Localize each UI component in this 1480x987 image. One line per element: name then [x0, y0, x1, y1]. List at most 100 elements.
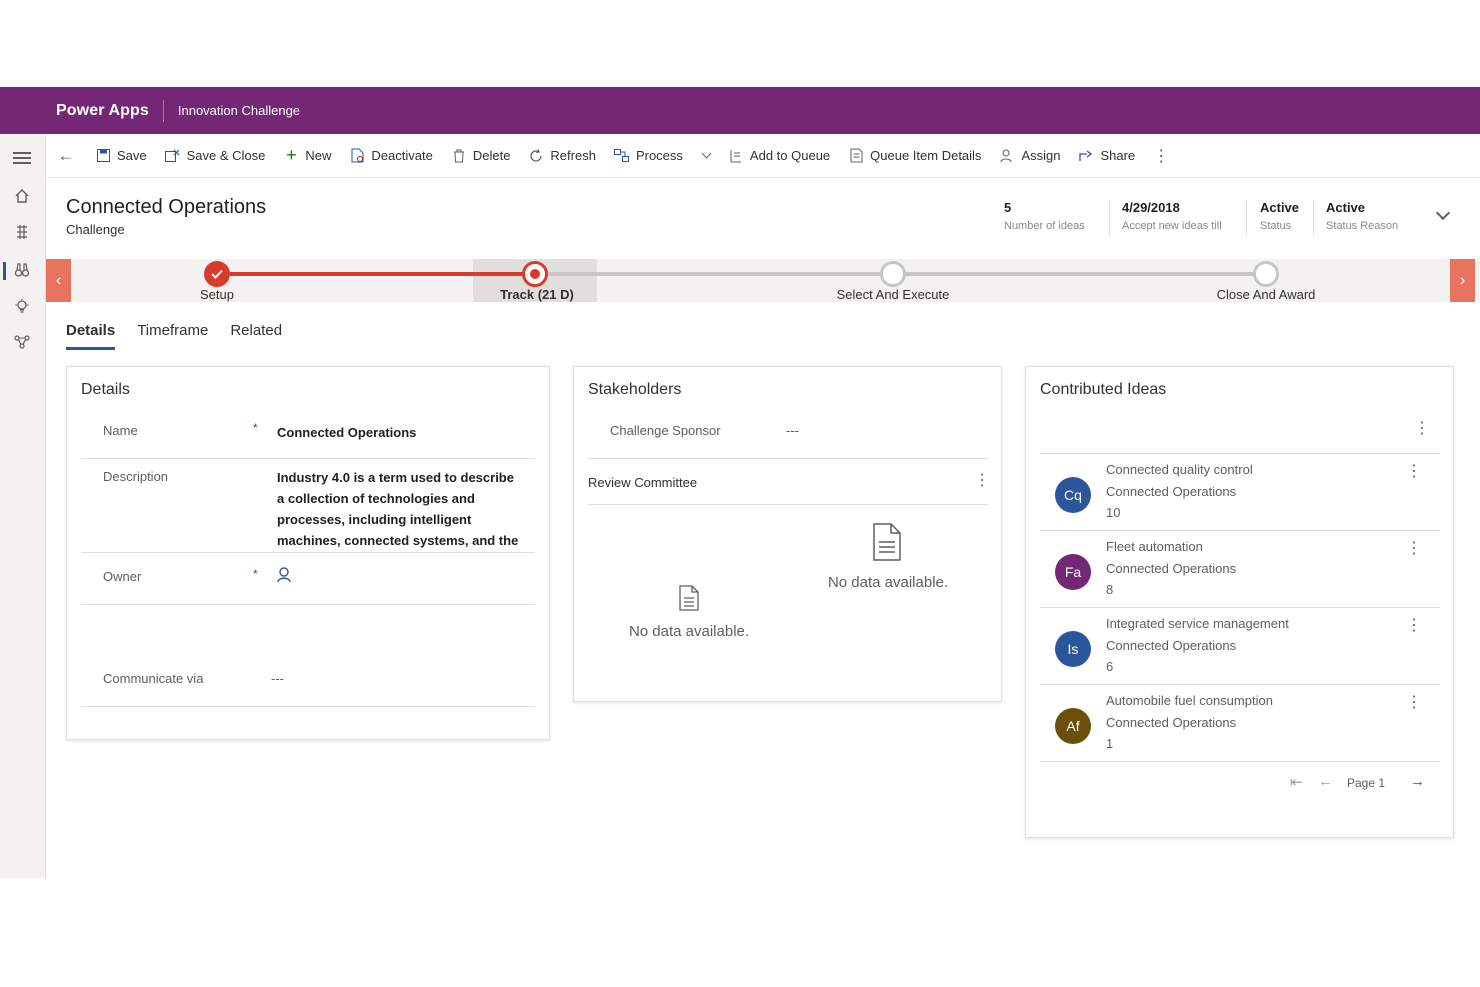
- page-indicator: Page 1: [1347, 776, 1386, 790]
- save-close-button[interactable]: Save & Close: [156, 134, 275, 177]
- field-label: Communicate via: [103, 671, 204, 686]
- next-page-icon[interactable]: →: [1410, 773, 1425, 790]
- description-line: Industry 4.0 is a term used to describe: [277, 470, 514, 485]
- save-label: Save: [117, 148, 147, 163]
- deactivate-label: Deactivate: [371, 148, 433, 163]
- save-button[interactable]: Save: [86, 134, 156, 177]
- queue-item-details-label: Queue Item Details: [870, 148, 982, 163]
- contributed-ideas-card: Contributed Ideas ⋮ Cq Connected quality…: [1025, 366, 1454, 838]
- stage-track-dot[interactable]: [522, 261, 548, 287]
- more-options-icon[interactable]: ⋮: [974, 473, 990, 489]
- field-description-row: Description Industry 4.0 is a term used …: [81, 459, 535, 553]
- queue-item-details-button[interactable]: Queue Item Details: [839, 134, 990, 177]
- bpf-next-icon[interactable]: ›: [1450, 259, 1475, 302]
- first-page-icon[interactable]: ⇤: [1290, 773, 1303, 791]
- share-icon: [1078, 148, 1094, 164]
- process-label: Process: [635, 148, 683, 163]
- list-item[interactable]: Fa Fleet automation Connected Operations…: [1040, 531, 1440, 608]
- header-field-ideas: 5 Number of ideas: [1004, 200, 1085, 232]
- description-textarea[interactable]: Industry 4.0 is a term used to describe …: [277, 467, 529, 551]
- divider: [162, 99, 164, 122]
- assign-label: Assign: [1021, 148, 1061, 163]
- record-title: Connected Operations: [66, 196, 267, 218]
- avatar: Cq: [1055, 477, 1091, 513]
- user-icon[interactable]: [277, 567, 291, 588]
- more-options-icon[interactable]: ⋮: [1406, 618, 1422, 634]
- app-name[interactable]: Innovation Challenge: [178, 103, 300, 118]
- assign-button[interactable]: Assign: [990, 134, 1069, 177]
- name-input[interactable]: Connected Operations: [277, 425, 416, 440]
- record-entity: Challenge: [66, 222, 125, 237]
- stakeholders-card: Stakeholders Challenge Sponsor --- Revie…: [573, 366, 1002, 702]
- back-arrow-icon[interactable]: ←: [46, 146, 86, 166]
- deactivate-icon: [349, 148, 365, 164]
- description-line: a collection of technologies and: [277, 491, 475, 506]
- stage-track-label[interactable]: Track (21 D): [500, 287, 574, 302]
- description-line: machines, connected systems, and the: [277, 533, 519, 548]
- pinned-icon[interactable]: [12, 222, 32, 242]
- add-to-queue-button[interactable]: Add to Queue: [719, 134, 839, 177]
- header-label: Number of ideas: [1004, 220, 1085, 232]
- process-button[interactable]: Process: [605, 134, 719, 177]
- field-label: Owner: [103, 569, 142, 584]
- divider: [1109, 200, 1110, 236]
- save-close-label: Save & Close: [186, 148, 266, 163]
- sponsor-input[interactable]: ---: [786, 423, 799, 438]
- idea-count: 8: [1106, 582, 1114, 597]
- stage-select-execute-label[interactable]: Select And Execute: [837, 287, 950, 302]
- refresh-label: Refresh: [550, 148, 596, 163]
- more-options-icon[interactable]: ⋮: [1406, 541, 1422, 557]
- stage-close-award-label[interactable]: Close And Award: [1217, 287, 1316, 302]
- stage-setup-dot[interactable]: [204, 261, 230, 287]
- tab-timeframe[interactable]: Timeframe: [137, 322, 208, 350]
- left-nav: [0, 134, 46, 878]
- header-value: Active: [1326, 200, 1366, 215]
- communicate-via-input[interactable]: ---: [271, 671, 284, 686]
- refresh-button[interactable]: Refresh: [519, 134, 605, 177]
- more-options-icon[interactable]: ⋮: [1406, 695, 1422, 711]
- idea-name: Automobile fuel consumption: [1106, 693, 1273, 708]
- list-item[interactable]: Cq Connected quality control Connected O…: [1040, 454, 1440, 531]
- active-stage-marker: [530, 269, 540, 279]
- avatar: Is: [1055, 631, 1091, 667]
- add-to-queue-icon: [728, 148, 744, 164]
- delete-button[interactable]: Delete: [442, 134, 520, 177]
- share-button[interactable]: Share: [1069, 134, 1144, 177]
- bpf-prev-icon[interactable]: ‹: [46, 259, 71, 302]
- stage-select-execute-dot[interactable]: [880, 261, 906, 287]
- business-process-flow: ‹ Setup Track (21 D) Select And Execute …: [46, 259, 1480, 302]
- deactivate-button[interactable]: Deactivate: [340, 134, 441, 177]
- tab-details[interactable]: Details: [66, 322, 116, 350]
- review-committee-header: Review Committee ⋮: [588, 459, 990, 505]
- new-button[interactable]: + New: [274, 134, 340, 177]
- home-icon[interactable]: [12, 186, 32, 206]
- list-item[interactable]: Is Integrated service management Connect…: [1040, 608, 1440, 685]
- more-options-icon[interactable]: ⋮: [1406, 464, 1422, 480]
- header-value: 5: [1004, 200, 1012, 215]
- header-label: Status: [1260, 220, 1292, 232]
- more-options-icon[interactable]: ⋮: [1414, 421, 1430, 437]
- chevron-down-icon[interactable]: [701, 148, 712, 159]
- network-icon[interactable]: [12, 332, 32, 352]
- add-to-queue-label: Add to Queue: [749, 148, 831, 163]
- stage-close-award-dot[interactable]: [1253, 261, 1279, 287]
- field-label: Challenge Sponsor: [610, 423, 721, 438]
- prev-page-icon[interactable]: ←: [1318, 773, 1333, 790]
- more-commands-icon[interactable]: ⋮: [1144, 134, 1178, 177]
- tab-related[interactable]: Related: [230, 322, 282, 350]
- header-field-status: Active Status: [1260, 200, 1299, 232]
- no-data-message: No data available.: [628, 623, 750, 640]
- stakeholders-card-title: Stakeholders: [588, 381, 682, 398]
- hamburger-menu-icon[interactable]: [12, 148, 32, 168]
- binoculars-icon[interactable]: [12, 260, 32, 280]
- details-card: Details Name * Connected Operations Desc…: [66, 366, 550, 740]
- field-owner-row: Owner *: [81, 553, 535, 605]
- idea-name: Connected quality control: [1106, 462, 1253, 477]
- list-item[interactable]: Af Automobile fuel consumption Connected…: [1040, 685, 1440, 762]
- idea-challenge: Connected Operations: [1106, 561, 1237, 576]
- avatar: Fa: [1055, 554, 1091, 590]
- header-expand-chevron-icon[interactable]: [1435, 205, 1451, 221]
- stage-setup-label[interactable]: Setup: [200, 287, 234, 302]
- brand-title[interactable]: Power Apps: [56, 102, 149, 120]
- lightbulb-icon[interactable]: [12, 296, 32, 316]
